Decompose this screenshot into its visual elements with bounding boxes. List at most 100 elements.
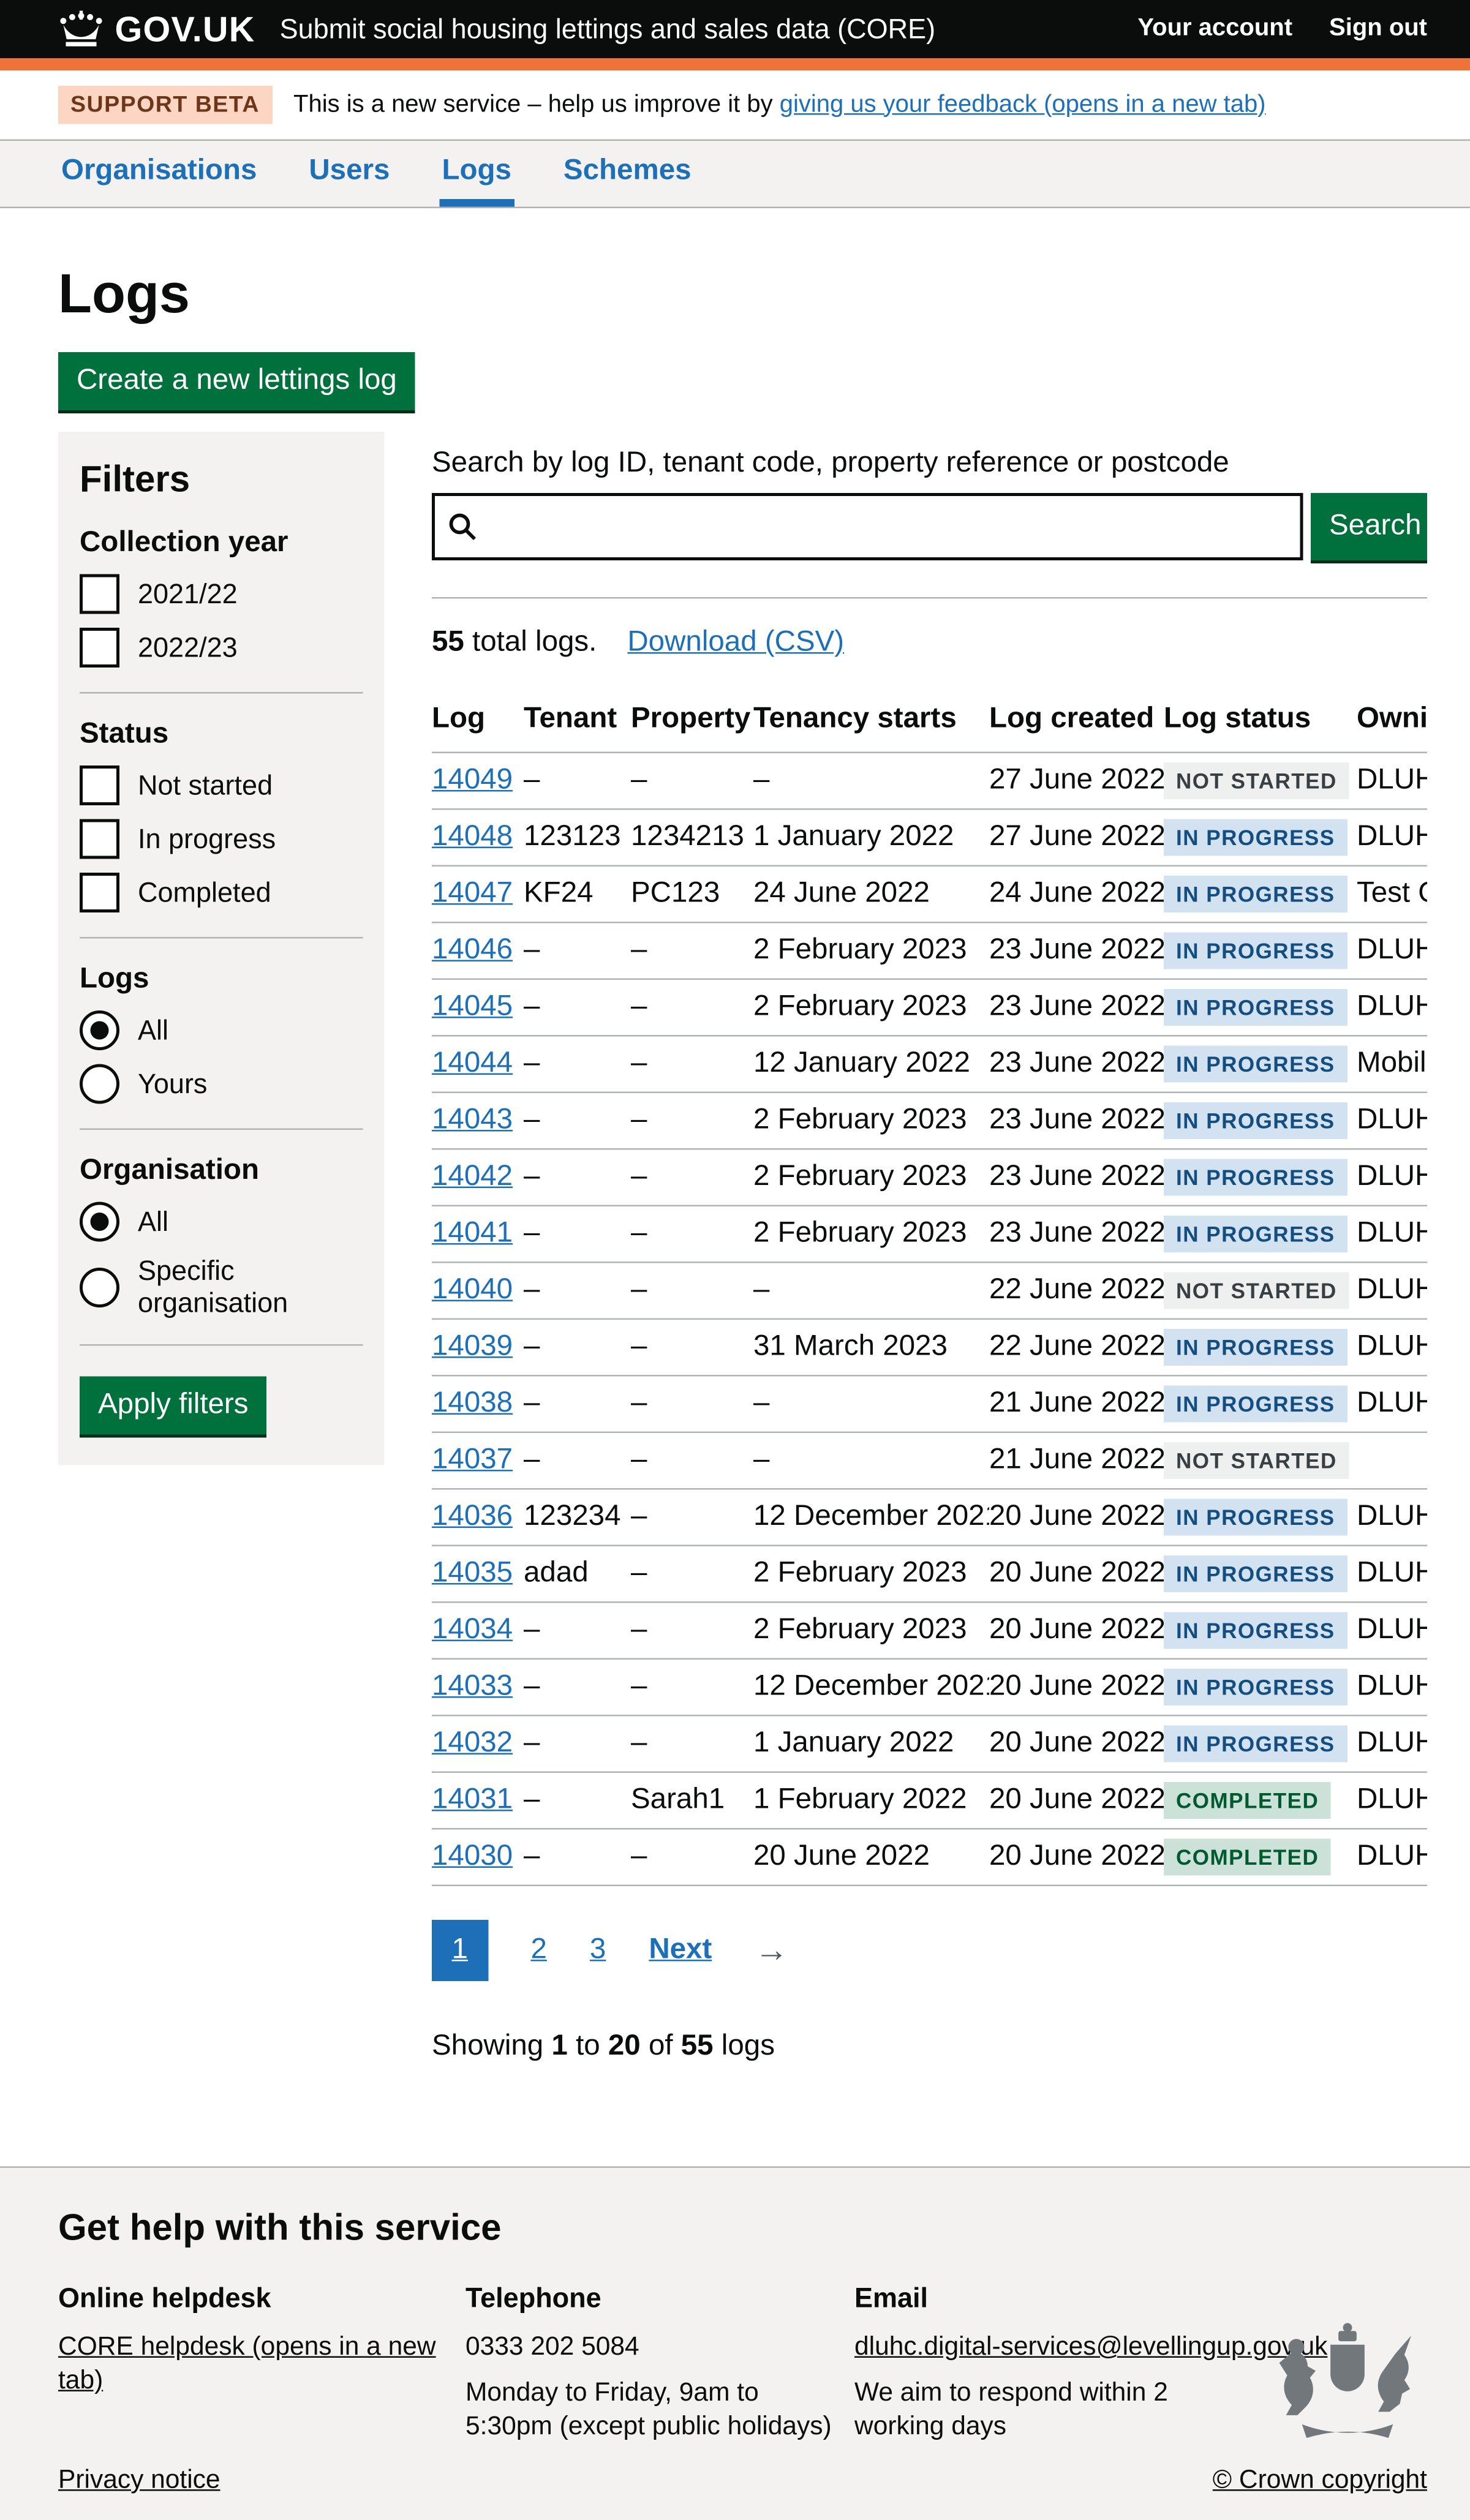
tenant-cell: – — [524, 1319, 631, 1376]
log-id-link[interactable]: 14047 — [432, 878, 513, 910]
log-id-link[interactable]: 14032 — [432, 1727, 513, 1759]
log-id-link[interactable]: 14048 — [432, 821, 513, 853]
filter-option-2021-22[interactable]: 2021/22 — [80, 574, 363, 614]
log-id-link[interactable]: 14046 — [432, 934, 513, 966]
checkbox-label: Completed — [138, 876, 271, 909]
log-id-link[interactable]: 14045 — [432, 991, 513, 1023]
table-row: 14035 adad – 2 February 2023 20 June 202… — [432, 1546, 1427, 1603]
pagination-page-3[interactable]: 3 — [590, 1934, 606, 1968]
nav-item-schemes[interactable]: Schemes — [560, 155, 695, 207]
tenancy-starts-cell: 2 February 2023 — [753, 979, 989, 1036]
property-cell: – — [631, 1319, 753, 1376]
filter-option-2022-23[interactable]: 2022/23 — [80, 628, 363, 668]
radio-logs-all[interactable] — [80, 1010, 119, 1050]
radio-logs-yours[interactable] — [80, 1064, 119, 1104]
filter-option-logs-all[interactable]: All — [80, 1010, 363, 1050]
log-id-link[interactable]: 14036 — [432, 1500, 513, 1533]
property-cell: – — [631, 1206, 753, 1263]
search-icon — [447, 511, 478, 542]
pagination-next-link[interactable]: Next — [649, 1934, 712, 1968]
search-label: Search by log ID, tenant code, property … — [432, 447, 1427, 481]
crown-copyright-link[interactable]: © Crown copyright — [1213, 2465, 1427, 2496]
log-id-link[interactable]: 14044 — [432, 1047, 513, 1080]
log-status-cell: IN PROGRESS — [1164, 922, 1357, 979]
log-created-cell: 23 June 2022 — [989, 979, 1164, 1036]
tenant-cell: – — [524, 979, 631, 1036]
log-id-link[interactable]: 14041 — [432, 1217, 513, 1250]
privacy-notice-link[interactable]: Privacy notice — [58, 2465, 221, 2496]
log-status-cell: NOT STARTED — [1164, 753, 1357, 810]
tenant-cell: – — [524, 1715, 631, 1772]
status-badge: IN PROGRESS — [1164, 1612, 1348, 1649]
checkbox-not-started[interactable] — [80, 765, 119, 805]
filter-option-in-progress[interactable]: In progress — [80, 819, 363, 859]
radio-specific-organisation[interactable] — [80, 1268, 119, 1307]
log-id-link[interactable]: 14049 — [432, 764, 513, 797]
search-input[interactable] — [490, 508, 1288, 545]
log-created-cell: 20 June 2022 — [989, 1829, 1164, 1886]
log-status-cell: NOT STARTED — [1164, 1432, 1357, 1489]
filter-option-organisation-all[interactable]: All — [80, 1202, 363, 1242]
filter-option-specific-organisation[interactable]: Specific organisation — [80, 1255, 363, 1320]
checkbox-in-progress[interactable] — [80, 819, 119, 859]
log-status-cell: IN PROGRESS — [1164, 1489, 1357, 1546]
log-id-link[interactable]: 14031 — [432, 1784, 513, 1816]
property-cell: – — [631, 1262, 753, 1319]
log-id-link[interactable]: 14043 — [432, 1104, 513, 1137]
table-row: 14041 – – 2 February 2023 23 June 2022 I… — [432, 1206, 1427, 1263]
govuk-logo[interactable]: GOV.UK — [58, 9, 255, 50]
phase-banner-message: This is a new service – help us improve … — [293, 91, 780, 118]
apply-filters-button[interactable]: Apply filters — [80, 1377, 267, 1435]
feedback-link[interactable]: giving us your feedback (opens in a new … — [780, 91, 1266, 118]
nav-item-organisations[interactable]: Organisations — [58, 155, 260, 207]
tenancy-starts-cell: 2 February 2023 — [753, 1149, 989, 1206]
nav-item-logs[interactable]: Logs — [439, 155, 514, 207]
log-id-link[interactable]: 14042 — [432, 1160, 513, 1193]
royal-coat-of-arms-icon — [1268, 2320, 1427, 2453]
filter-option-not-started[interactable]: Not started — [80, 765, 363, 805]
search-button[interactable]: Search — [1311, 493, 1427, 560]
checkbox-completed[interactable] — [80, 873, 119, 912]
log-id-link[interactable]: 14033 — [432, 1671, 513, 1703]
log-id-link[interactable]: 14035 — [432, 1557, 513, 1590]
tenant-cell: – — [524, 922, 631, 979]
tenant-cell: KF24 — [524, 866, 631, 923]
tenant-cell: – — [524, 1829, 631, 1886]
column-header-owning-organisation: Owning or — [1357, 691, 1427, 753]
log-id-link[interactable]: 14030 — [432, 1840, 513, 1873]
create-lettings-log-button[interactable]: Create a new lettings log — [58, 352, 415, 410]
column-header-log-status: Log status — [1164, 691, 1357, 753]
tenant-cell: – — [524, 753, 631, 810]
sign-out-link[interactable]: Sign out — [1329, 15, 1427, 43]
checkbox-2022-23[interactable] — [80, 628, 119, 668]
phase-banner-text: This is a new service – help us improve … — [293, 91, 1266, 119]
total-logs-count: 55 — [432, 626, 464, 659]
pagination-page-2[interactable]: 2 — [530, 1934, 546, 1968]
filter-option-logs-yours[interactable]: Yours — [80, 1064, 363, 1104]
log-created-cell: 20 June 2022 — [989, 1772, 1164, 1829]
core-helpdesk-link[interactable]: CORE helpdesk (opens in a new tab) — [58, 2332, 436, 2395]
table-row: 14033 – – 12 December 2021 20 June 2022 … — [432, 1659, 1427, 1716]
log-id-link[interactable]: 14037 — [432, 1444, 513, 1476]
radio-organisation-all[interactable] — [80, 1202, 119, 1242]
filter-option-completed[interactable]: Completed — [80, 873, 363, 912]
tenancy-starts-cell: 2 February 2023 — [753, 1546, 989, 1603]
log-id-link[interactable]: 14038 — [432, 1387, 513, 1420]
govuk-logotype: GOV.UK — [115, 9, 255, 50]
tenancy-starts-cell: 12 January 2022 — [753, 1036, 989, 1093]
your-account-link[interactable]: Your account — [1137, 15, 1292, 43]
pagination-page-1[interactable]: 1 — [432, 1920, 488, 1981]
property-cell: – — [631, 1036, 753, 1093]
nav-item-users[interactable]: Users — [306, 155, 393, 207]
email-link[interactable]: dluhc.digital-services@levellingup.gov.u… — [854, 2332, 1327, 2361]
log-id-link[interactable]: 14034 — [432, 1614, 513, 1646]
footer-heading: Get help with this service — [58, 2208, 1427, 2251]
owning-organisation-cell: Mobile Hou — [1357, 1036, 1427, 1093]
filters-heading: Filters — [80, 459, 363, 502]
log-id-link[interactable]: 14040 — [432, 1274, 513, 1306]
log-id-link[interactable]: 14039 — [432, 1331, 513, 1363]
checkbox-2021-22[interactable] — [80, 574, 119, 614]
table-row: 14034 – – 2 February 2023 20 June 2022 I… — [432, 1602, 1427, 1659]
service-name-link[interactable]: Submit social housing lettings and sales… — [280, 13, 936, 45]
download-csv-link[interactable]: Download (CSV) — [627, 626, 844, 659]
